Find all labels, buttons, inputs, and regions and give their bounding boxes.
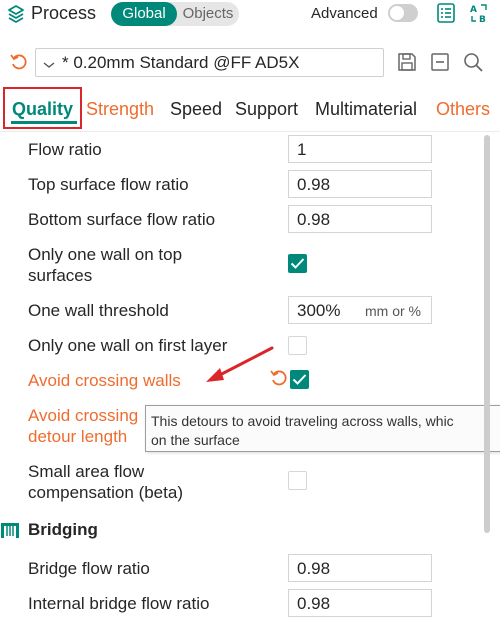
tooltip-line1: This detours to avoid traveling across w…	[151, 413, 454, 429]
bottom-surface-flow-ratio-label: Bottom surface flow ratio	[28, 210, 216, 229]
tab-others[interactable]: Others	[436, 99, 490, 120]
tab-support[interactable]: Support	[235, 99, 298, 120]
svg-text:A: A	[470, 5, 477, 15]
tab-highlight-annotation	[3, 87, 82, 129]
top-surface-flow-ratio-input[interactable]: 0.98	[288, 170, 432, 198]
flow-ratio-value: 1	[297, 140, 307, 159]
bridge-flow-ratio-value: 0.98	[297, 559, 331, 578]
one-wall-threshold-input[interactable]: 300% mm or %	[288, 296, 432, 324]
avoid-crossing-walls-label: Avoid crossing walls	[28, 371, 181, 390]
undo-icon[interactable]	[9, 52, 29, 72]
tab-multimaterial[interactable]: Multimaterial	[315, 99, 417, 120]
compare-presets-icon[interactable]: A B	[468, 2, 490, 25]
small-area-flow-comp-label-line1: Small area flow	[28, 462, 145, 481]
bridge-flow-ratio-label: Bridge flow ratio	[28, 559, 150, 578]
save-icon[interactable]	[396, 51, 418, 73]
only-one-wall-top-label-line1: Only one wall on top	[28, 245, 183, 264]
only-one-wall-top-checkbox[interactable]	[288, 254, 307, 273]
top-surface-flow-ratio-value: 0.98	[297, 175, 331, 194]
scope-switch: Global Objects	[111, 2, 239, 26]
tooltip-line2: on the surface	[151, 432, 240, 448]
bottom-surface-flow-ratio-input[interactable]: 0.98	[288, 205, 432, 233]
tab-divider	[0, 131, 500, 132]
bridge-flow-ratio-input[interactable]: 0.98	[288, 554, 432, 582]
tab-speed[interactable]: Speed	[170, 99, 222, 120]
advanced-label: Advanced	[311, 5, 378, 22]
bridge-icon	[0, 520, 20, 540]
advanced-toggle[interactable]	[388, 4, 418, 22]
panel-title: Process	[31, 3, 97, 23]
internal-bridge-flow-ratio-input[interactable]: 0.98	[288, 589, 432, 617]
internal-bridge-flow-ratio-label: Internal bridge flow ratio	[28, 594, 210, 613]
one-wall-threshold-label: One wall threshold	[28, 301, 169, 320]
toggle-knob	[390, 6, 404, 20]
preset-dropdown[interactable]: * 0.20mm Standard @FF AD5X	[35, 48, 384, 77]
delete-icon[interactable]	[429, 51, 451, 73]
compare-list-icon[interactable]	[435, 2, 457, 24]
avoid-crossing-walls-checkbox[interactable]	[290, 370, 309, 389]
one-wall-threshold-unit: mm or %	[365, 303, 421, 319]
objects-mode-button[interactable]: Objects	[177, 2, 239, 26]
avoid-crossing-detour-label-line2: detour length	[28, 427, 128, 446]
only-one-wall-first-layer-label: Only one wall on first layer	[28, 336, 228, 355]
setting-tooltip: This detours to avoid traveling across w…	[145, 405, 500, 452]
one-wall-threshold-value: 300%	[297, 301, 341, 320]
annotation-arrow	[206, 346, 274, 382]
search-icon[interactable]	[462, 51, 484, 73]
avoid-crossing-detour-label-line1: Avoid crossing	[28, 406, 139, 425]
svg-text:B: B	[479, 15, 486, 24]
process-icon	[6, 4, 26, 24]
tab-strength[interactable]: Strength	[86, 99, 154, 120]
scrollbar-thumb[interactable]	[484, 135, 490, 533]
internal-bridge-flow-ratio-value: 0.98	[297, 594, 331, 613]
small-area-flow-comp-checkbox[interactable]	[288, 471, 307, 490]
flow-ratio-label: Flow ratio	[28, 140, 102, 159]
global-mode-button[interactable]: Global	[111, 2, 177, 26]
bridging-section-title: Bridging	[28, 520, 98, 539]
settings-scrollbar[interactable]	[483, 135, 491, 615]
flow-ratio-input[interactable]: 1	[288, 135, 432, 163]
small-area-flow-comp-label-line2: compensation (beta)	[28, 483, 183, 502]
process-header: Process Global Objects Advanced A B	[0, 0, 500, 30]
preset-name: * 0.20mm Standard @FF AD5X	[62, 53, 300, 72]
bottom-surface-flow-ratio-value: 0.98	[297, 210, 331, 229]
only-one-wall-top-label-line2: surfaces	[28, 266, 93, 285]
chevron-down-icon	[42, 57, 56, 68]
only-one-wall-first-layer-checkbox[interactable]	[288, 336, 307, 355]
top-surface-flow-ratio-label: Top surface flow ratio	[28, 175, 189, 194]
